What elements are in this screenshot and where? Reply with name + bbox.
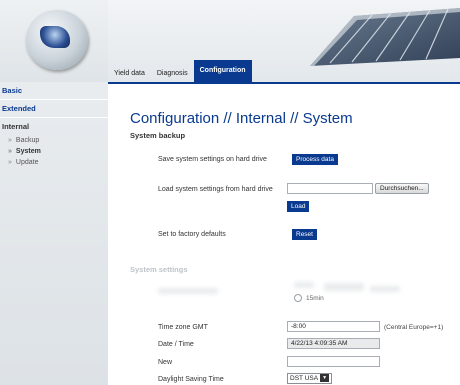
factory-defaults-label: Set to factory defaults xyxy=(158,231,226,238)
interval-option-label: 15min xyxy=(306,295,324,302)
chevron-down-icon: ▼ xyxy=(320,374,330,383)
blurred-label xyxy=(158,288,218,294)
sidebar-item-label: Update xyxy=(15,159,39,166)
reset-button[interactable]: Reset xyxy=(292,229,317,240)
page-title: Configuration // Internal // System xyxy=(130,110,353,127)
blurred-option xyxy=(370,286,400,292)
sidebar-section-extended[interactable]: Extended xyxy=(0,100,108,118)
sidebar: Basic Extended Internal » Backup » System … xyxy=(0,82,108,385)
tab-yield-data[interactable]: Yield data xyxy=(108,66,151,82)
sidebar-section-basic[interactable]: Basic xyxy=(0,82,108,100)
blurred-option xyxy=(324,283,364,291)
dst-select[interactable]: DST USA ▼ xyxy=(287,373,333,384)
tab-configuration[interactable]: Configuration xyxy=(193,60,252,82)
logo-area xyxy=(0,0,108,82)
timezone-label: Time zone GMT xyxy=(158,324,208,331)
load-settings-label: Load system settings from hard drive xyxy=(158,186,273,193)
dst-label: Daylight Saving Time xyxy=(158,376,224,383)
file-path-input[interactable] xyxy=(287,183,373,194)
save-settings-label: Save system settings on hard drive xyxy=(158,156,267,163)
system-backup-heading: System backup xyxy=(130,131,186,140)
sidebar-section-internal[interactable]: Internal xyxy=(0,118,108,135)
sidebar-item-update[interactable]: » Update xyxy=(0,157,108,168)
sidebar-item-label: Backup xyxy=(15,137,40,144)
bullet-icon: » xyxy=(8,159,12,166)
process-data-button[interactable]: Process data xyxy=(292,154,338,165)
solar-panels-image xyxy=(310,8,460,66)
tab-diagnosis[interactable]: Diagnosis xyxy=(151,66,194,82)
datetime-label: Date / Time xyxy=(158,341,194,348)
system-settings-heading: System settings xyxy=(130,265,188,274)
device-logo xyxy=(26,10,88,70)
sidebar-item-system[interactable]: » System xyxy=(0,146,108,157)
datetime-field: 4/22/13 4:09:35 AM xyxy=(287,338,380,349)
new-datetime-input[interactable] xyxy=(287,356,380,367)
bullet-icon: » xyxy=(8,137,12,144)
sidebar-item-label: System xyxy=(15,148,41,155)
dst-select-value: DST USA xyxy=(290,375,319,382)
new-datetime-label: New xyxy=(158,359,173,366)
browse-button[interactable]: Durchsuchen... xyxy=(375,183,429,194)
sidebar-item-backup[interactable]: » Backup xyxy=(0,135,108,146)
blurred-option xyxy=(294,282,314,288)
timezone-note: (Central Europe=+1) xyxy=(384,324,444,331)
interval-radio[interactable] xyxy=(294,294,302,302)
bullet-icon: » xyxy=(8,148,12,155)
top-nav: Yield data Diagnosis Configuration xyxy=(108,60,252,82)
timezone-input[interactable]: -8:00 xyxy=(287,321,380,332)
load-button[interactable]: Load xyxy=(287,201,310,212)
main-content: Configuration // Internal // System Syst… xyxy=(108,84,460,385)
